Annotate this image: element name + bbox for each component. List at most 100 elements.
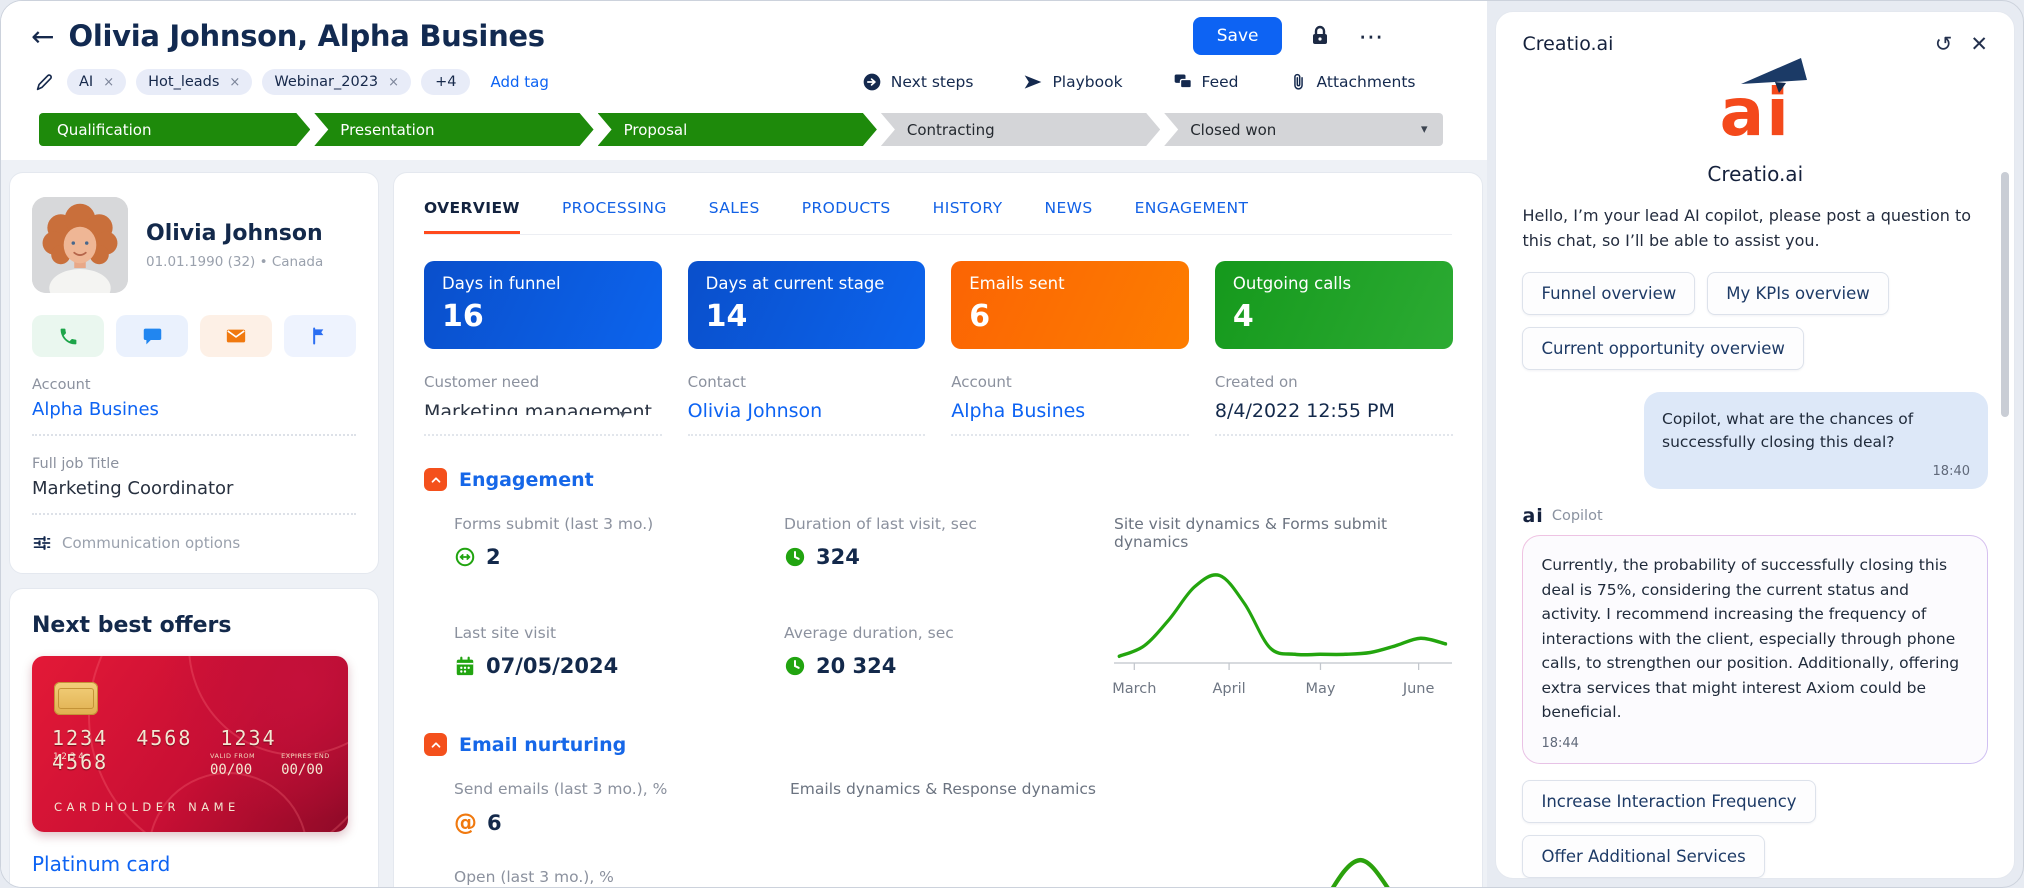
metric-tiles: Days in funnel 16 Days at current stage …	[424, 261, 1453, 349]
copilot-greeting: Hello, I’m your lead AI copilot, please …	[1522, 206, 1972, 250]
tag-more-chip[interactable]: +4	[421, 69, 471, 95]
stage-caret-icon[interactable]: ▾	[1421, 122, 1428, 137]
record-tabs: OVERVIEW PROCESSING SALES PRODUCTS HISTO…	[424, 173, 1453, 235]
field-label: Created on	[1214, 373, 1298, 391]
metric-value: 6	[969, 299, 991, 334]
stage-presentation[interactable]: Presentation	[314, 113, 593, 146]
chart-title: Emails dynamics & Response dynamics	[790, 780, 1096, 798]
play-arrow-icon	[1025, 75, 1042, 89]
offer-additional-services-button[interactable]: Offer Additional Services	[1522, 835, 1765, 878]
forms-sync-icon	[455, 547, 475, 567]
engagement-section-header: Engagement	[424, 468, 1452, 491]
more-menu-icon[interactable]: ⋯	[1358, 22, 1385, 51]
suggestion-buttons: Funnel overview My KPIs overview Current…	[1522, 271, 1988, 370]
scrollbar-thumb[interactable]	[2001, 172, 2009, 417]
metric-label: Emails sent	[969, 274, 1065, 293]
stat-label: Duration of last visit, sec	[784, 515, 977, 533]
stage-contracting[interactable]: Contracting	[881, 113, 1160, 146]
tag-chip[interactable]: Hot_leads ×	[136, 69, 253, 95]
tab-sales[interactable]: SALES	[709, 193, 760, 234]
page-title: Olivia Johnson, Alpha Busines	[68, 19, 545, 53]
call-button[interactable]	[32, 315, 104, 357]
stage-proposal[interactable]: Proposal	[598, 113, 877, 146]
job-title-label: Full job Title	[32, 456, 120, 472]
next-steps-label: Next steps	[890, 73, 974, 91]
contact-actions	[32, 315, 356, 357]
stage-label: Closed won	[1190, 120, 1277, 139]
dropdown-caret-icon[interactable]: ▾	[620, 407, 626, 421]
save-button[interactable]: Save	[1192, 17, 1283, 55]
playbook-button[interactable]: Playbook	[1023, 72, 1123, 92]
funnel-overview-button[interactable]: Funnel overview	[1522, 271, 1696, 315]
tab-products[interactable]: PRODUCTS	[802, 193, 891, 234]
tab-news[interactable]: NEWS	[1044, 193, 1092, 234]
chart-x-labels: March April May June	[1112, 681, 1452, 701]
x-label-april: April	[1212, 681, 1246, 697]
attachments-button[interactable]: Attachments	[1289, 73, 1415, 92]
tag-close-icon[interactable]: ×	[103, 75, 114, 90]
field-row: Customer need Marketing management ▾ Con…	[424, 373, 1453, 436]
collapse-icon[interactable]	[424, 733, 447, 756]
feed-button[interactable]: Feed	[1173, 72, 1239, 92]
field-customer-need[interactable]: Customer need Marketing management ▾	[424, 373, 662, 436]
metric-emails-sent: Emails sent 6	[951, 261, 1189, 349]
site-visit-chart-svg	[1114, 573, 1453, 670]
tag-chip[interactable]: Webinar_2023 ×	[262, 69, 412, 95]
account-link[interactable]: Alpha Busines	[32, 399, 356, 420]
add-tag-button[interactable]: Add tag	[490, 73, 548, 91]
tag-chip[interactable]: AI ×	[67, 69, 127, 95]
stat-label: Send emails (last 3 mo.), %	[454, 780, 668, 798]
stat-open-rate: Open (last 3 mo.), % 100	[454, 868, 754, 887]
metric-value: 16	[442, 299, 484, 334]
metric-label: Outgoing calls	[1232, 274, 1352, 293]
feed-label: Feed	[1201, 73, 1239, 91]
next-steps-button[interactable]: Next steps	[862, 72, 974, 92]
user-message-bubble: Copilot, what are the chances of success…	[1644, 391, 1988, 490]
engagement-title: Engagement	[459, 468, 594, 491]
stat-value: 2	[486, 545, 501, 569]
back-arrow-icon[interactable]: ←	[31, 20, 54, 53]
chart-title: Site visit dynamics & Forms submit dynam…	[1114, 515, 1388, 551]
metric-days-in-funnel: Days in funnel 16	[424, 261, 662, 349]
increase-interaction-frequency-button[interactable]: Increase Interaction Frequency	[1522, 780, 1816, 824]
lock-icon[interactable]	[1308, 24, 1332, 48]
at-sign-icon: @	[454, 810, 477, 836]
refresh-icon[interactable]: ↺	[1935, 32, 1953, 56]
stat-value: 20 324	[816, 654, 897, 678]
tag-close-icon[interactable]: ×	[388, 75, 399, 90]
metric-days-at-stage: Days at current stage 14	[687, 261, 926, 349]
my-kpis-overview-button[interactable]: My KPIs overview	[1707, 271, 1889, 315]
chat-button[interactable]	[116, 315, 188, 357]
stage-qualification[interactable]: Qualification	[39, 113, 310, 146]
tag-close-icon[interactable]: ×	[229, 75, 240, 90]
contact-card: Olivia Johnson 01.01.1990 (32) • Canada …	[9, 172, 379, 574]
collapse-icon[interactable]	[424, 468, 447, 491]
envelope-icon	[226, 329, 246, 343]
tab-overview[interactable]: OVERVIEW	[424, 193, 520, 234]
tag-label: AI	[79, 74, 94, 90]
contact-link[interactable]: Olivia Johnson	[688, 400, 926, 422]
copilot-message-label: ai Copilot	[1522, 505, 1988, 527]
copilot-panel: Creatio.ai ↺ ✕ ai Creatio.ai Hello, I’m …	[1495, 11, 2015, 879]
sliders-icon	[33, 536, 51, 550]
copilot-reply-bubble: Currently, the probability of successful…	[1522, 535, 1988, 764]
card-number-small: 1234	[53, 752, 87, 762]
communication-options-button[interactable]: Communication options	[32, 533, 356, 553]
sidebar: Olivia Johnson 01.01.1990 (32) • Canada …	[9, 172, 379, 887]
tab-engagement[interactable]: ENGAGEMENT	[1135, 193, 1249, 234]
stage-closed-won[interactable]: Closed won ▾	[1164, 113, 1444, 146]
flag-button[interactable]	[284, 315, 356, 357]
tag-row: AI × Hot_leads × Webinar_2023 × +4 Add tag …	[33, 69, 1451, 95]
user-message-text: Copilot, what are the chances of success…	[1662, 409, 1914, 451]
field-account: Account Alpha Busines	[951, 373, 1189, 436]
account-link[interactable]: Alpha Busines	[951, 400, 1189, 422]
user-message-time: 18:40	[1932, 464, 1970, 480]
current-opportunity-overview-button[interactable]: Current opportunity overview	[1522, 326, 1804, 370]
close-icon[interactable]: ✕	[1970, 32, 1988, 56]
app-window: ← Olivia Johnson, Alpha Busines Save ⋯ A…	[0, 0, 2024, 888]
platinum-card-link[interactable]: Platinum card	[32, 852, 356, 876]
tab-history[interactable]: HISTORY	[933, 193, 1003, 234]
tab-processing[interactable]: PROCESSING	[562, 193, 667, 234]
email-button[interactable]	[200, 315, 272, 357]
stat-label: Average duration, sec	[784, 624, 954, 642]
